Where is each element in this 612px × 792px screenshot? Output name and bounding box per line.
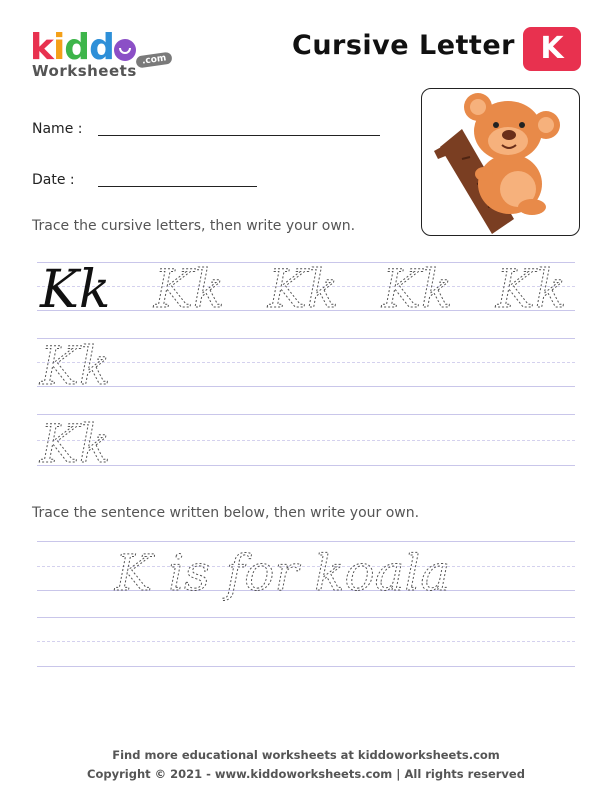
smiley-icon [113, 39, 136, 61]
traced-sentence: K is for koala [114, 544, 450, 602]
letter-badge: K [523, 27, 581, 71]
sentence-practice-area: K is for koala [114, 544, 451, 603]
logo-com-badge: .com [135, 51, 173, 69]
kiddo-logo: kidd Worksheets .com [30, 28, 180, 83]
footer-promo: Find more educational worksheets at kidd… [112, 748, 500, 762]
letter-practice-area: Kk Kk Kk Kk Kk Kk Kk [39, 260, 567, 476]
footer-copyright: Copyright © 2021 - www.kiddoworksheets.c… [87, 767, 525, 781]
koala-illustration [434, 93, 560, 234]
traced-letter-pair: Kk [39, 415, 110, 475]
name-label: Name : [32, 121, 83, 137]
instruction-letters: Trace the cursive letters, then write yo… [32, 218, 356, 234]
guide-line [37, 666, 575, 667]
page-title: Cursive Letter [292, 30, 515, 61]
traced-letter-pair: Kk [39, 337, 110, 397]
name-line[interactable] [98, 135, 380, 136]
traced-letter-pair: Kk [381, 260, 452, 320]
traced-letter-pair: Kk [267, 260, 338, 320]
traced-letter-pair: Kk [495, 260, 566, 320]
guide-line [37, 641, 575, 642]
traced-letter-pair: Kk [153, 260, 224, 320]
instruction-sentence: Trace the sentence written below, then w… [32, 505, 420, 521]
solid-letter-pair: Kk [39, 260, 110, 320]
date-line[interactable] [98, 186, 257, 187]
logo-subtitle: Worksheets [32, 62, 137, 80]
koala-image-frame [421, 88, 580, 236]
date-label: Date : [32, 172, 75, 188]
